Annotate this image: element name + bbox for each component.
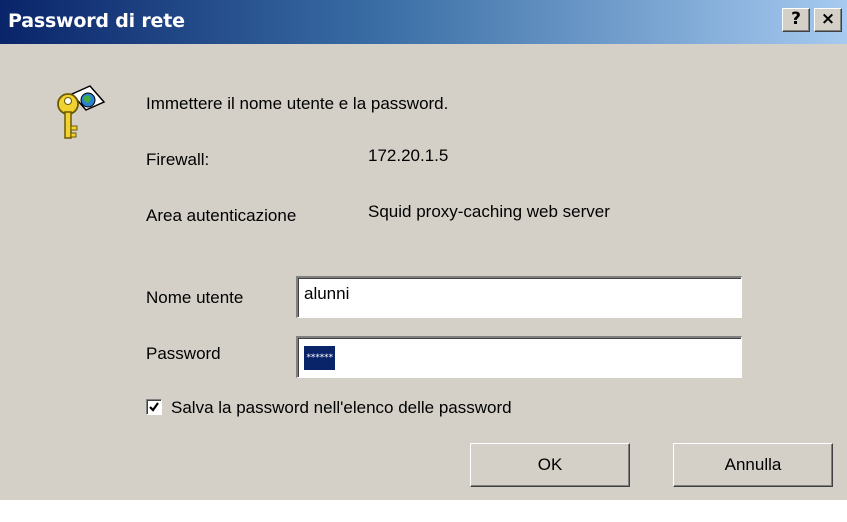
username-value: alunni — [304, 284, 350, 303]
cancel-button[interactable]: Annulla — [673, 443, 833, 487]
realm-value: Squid proxy-caching web server — [368, 202, 610, 221]
help-button[interactable]: ? — [782, 8, 810, 32]
save-password-checkbox[interactable] — [146, 399, 162, 415]
title-bar[interactable]: Password di rete ? × — [0, 0, 847, 44]
password-label: Password — [146, 344, 221, 363]
ok-button[interactable]: OK — [470, 443, 630, 487]
key-globe-icon — [57, 85, 106, 139]
password-masked-value: ****** — [304, 346, 335, 370]
password-dialog: Password di rete ? × Immettere il nome u… — [0, 0, 847, 500]
checkmark-icon — [149, 402, 159, 412]
firewall-value: 172.20.1.5 — [368, 146, 449, 165]
save-password-label[interactable]: Salva la password nell'elenco delle pass… — [171, 398, 512, 418]
password-input[interactable]: ****** — [296, 336, 742, 378]
firewall-label: Firewall: — [146, 150, 210, 169]
username-input[interactable]: alunni — [296, 276, 742, 318]
username-label: Nome utente — [146, 288, 244, 307]
window-title: Password di rete — [8, 10, 185, 32]
prompt-text: Immettere il nome utente e la password. — [146, 94, 449, 113]
close-button[interactable]: × — [814, 8, 842, 32]
realm-label: Area autenticazione — [146, 206, 297, 225]
